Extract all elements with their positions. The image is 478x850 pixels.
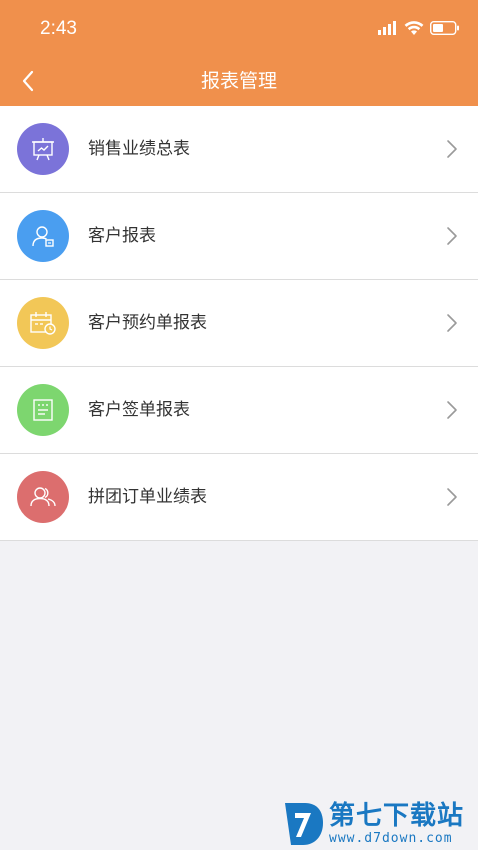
watermark-logo: 第七下载站 www.d7down.com [283,799,473,849]
document-icon [33,399,53,421]
menu-icon-circle [17,210,69,262]
menu-item-label: 客户签单报表 [88,400,190,420]
group-icon [30,487,56,507]
menu-icon-circle [17,297,69,349]
chevron-right-icon [447,140,457,158]
menu-item-group-order-report[interactable]: 拼团订单业绩表 [0,454,478,541]
menu-item-label: 销售业绩总表 [88,139,190,159]
watermark-url: www.d7down.com [329,831,453,846]
status-time: 2:43 [40,18,77,39]
battery-icon [430,21,459,35]
signal-icon [378,21,396,35]
calendar-clock-icon [30,312,56,335]
chart-board-icon [32,138,54,161]
menu-item-signing-report[interactable]: 客户签单报表 [0,367,478,454]
menu-item-label: 客户报表 [88,226,156,246]
watermark-title: 第七下载站 [329,801,465,831]
menu-icon-circle [17,123,69,175]
menu-item-customer-report[interactable]: 客户报表 [0,193,478,280]
chevron-right-icon [447,488,457,506]
d7-logo-icon [285,803,323,845]
menu-item-label: 客户预约单报表 [88,313,207,333]
header-bar: 2:43 报表管理 [0,0,478,106]
user-card-icon [32,226,54,247]
menu-item-label: 拼团订单业绩表 [88,487,207,507]
wifi-icon [404,20,424,35]
chevron-right-icon [447,227,457,245]
menu-icon-circle [17,384,69,436]
status-icons [378,18,460,38]
chevron-right-icon [447,314,457,332]
report-menu-list: 销售业绩总表 客户报表 客户预约单报表 客户签单报表 拼团订单业绩表 [0,106,478,541]
menu-item-sales-performance[interactable]: 销售业绩总表 [0,106,478,193]
page-title: 报表管理 [200,70,277,92]
menu-item-appointment-report[interactable]: 客户预约单报表 [0,280,478,367]
menu-icon-circle [17,471,69,523]
chevron-right-icon [447,401,457,419]
